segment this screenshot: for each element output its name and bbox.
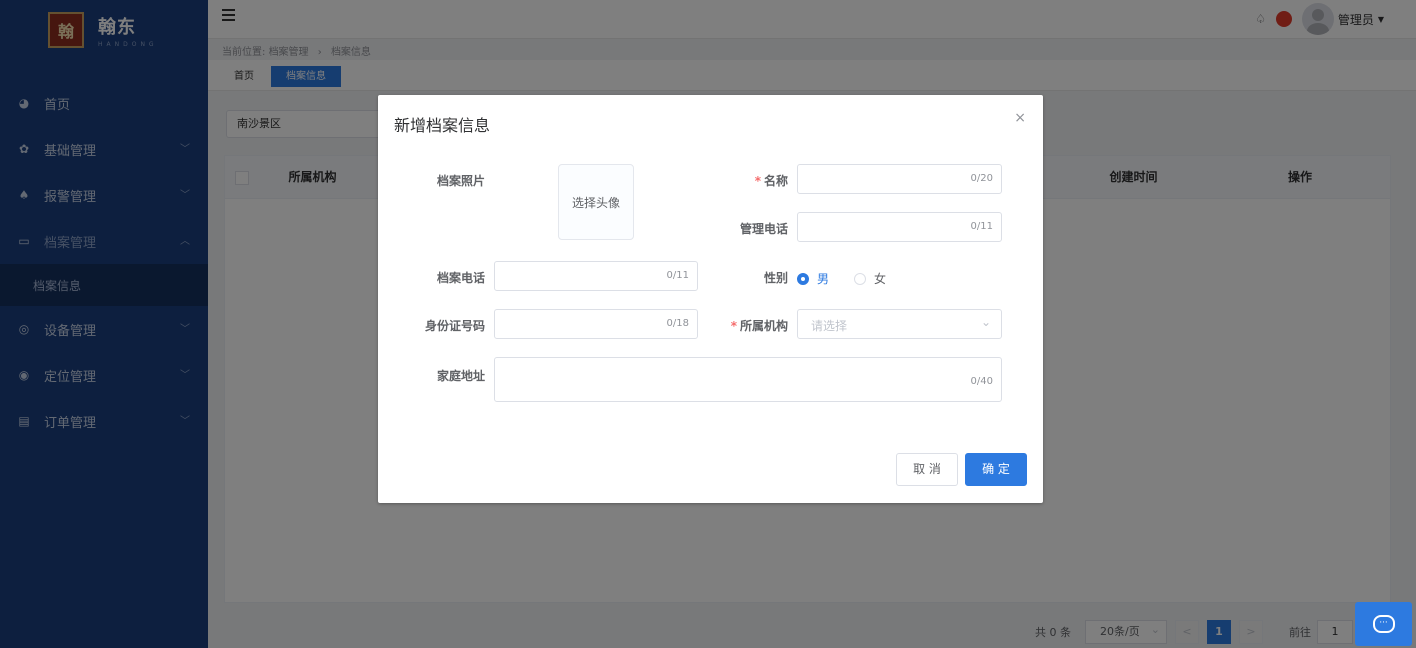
- manager-phone-input[interactable]: 0/11: [797, 212, 1002, 242]
- address-textarea[interactable]: 0/40: [494, 357, 1002, 402]
- archive-phone-char-count: 0/11: [666, 270, 689, 281]
- confirm-button[interactable]: 确 定: [965, 453, 1027, 486]
- gender-label: 性别: [763, 271, 788, 285]
- address-label: 家庭地址: [436, 369, 485, 383]
- name-label-text: 名称: [763, 174, 788, 188]
- manager-phone-char-count: 0/11: [970, 221, 993, 232]
- chat-button[interactable]: ···: [1355, 602, 1412, 646]
- gender-male-label: 男: [817, 272, 830, 286]
- name-input[interactable]: 0/20: [797, 164, 1002, 194]
- upload-text: 选择头像: [571, 195, 620, 210]
- org-select[interactable]: 请选择 ⌄: [797, 309, 1002, 339]
- required-mark: *: [754, 174, 761, 188]
- photo-label: 档案照片: [436, 174, 485, 188]
- avatar-upload[interactable]: 选择头像: [558, 164, 634, 240]
- org-label-text: 所属机构: [739, 319, 788, 333]
- radio-checked-icon: [797, 272, 809, 285]
- cancel-button[interactable]: 取 消: [896, 453, 958, 486]
- archive-phone-label: 档案电话: [436, 271, 485, 285]
- address-char-count: 0/40: [970, 376, 993, 387]
- close-icon[interactable]: ×: [1014, 110, 1026, 126]
- gender-female-radio[interactable]: 女: [854, 270, 886, 287]
- gender-male-radio[interactable]: 男: [797, 270, 829, 287]
- manager-phone-label: 管理电话: [739, 222, 788, 236]
- dialog-title: 新增档案信息: [394, 116, 491, 135]
- chevron-down-icon: ⌄: [980, 315, 991, 329]
- archive-phone-input[interactable]: 0/11: [494, 261, 698, 291]
- radio-unchecked-icon: [854, 272, 866, 285]
- org-label: * 所属机构: [698, 317, 788, 334]
- id-number-label: 身份证号码: [424, 319, 485, 333]
- name-label: * 名称: [698, 172, 788, 189]
- id-number-char-count: 0/18: [666, 318, 689, 329]
- gender-female-label: 女: [874, 272, 887, 286]
- id-number-input[interactable]: 0/18: [494, 309, 698, 339]
- name-char-count: 0/20: [970, 173, 993, 184]
- chat-icon: ···: [1372, 615, 1395, 633]
- add-archive-dialog: 新增档案信息 × 档案照片 选择头像 * 名称 0/20 管理电话 0/11 档案…: [378, 95, 1043, 503]
- required-mark: *: [730, 319, 737, 333]
- org-select-placeholder: 请选择: [811, 319, 848, 333]
